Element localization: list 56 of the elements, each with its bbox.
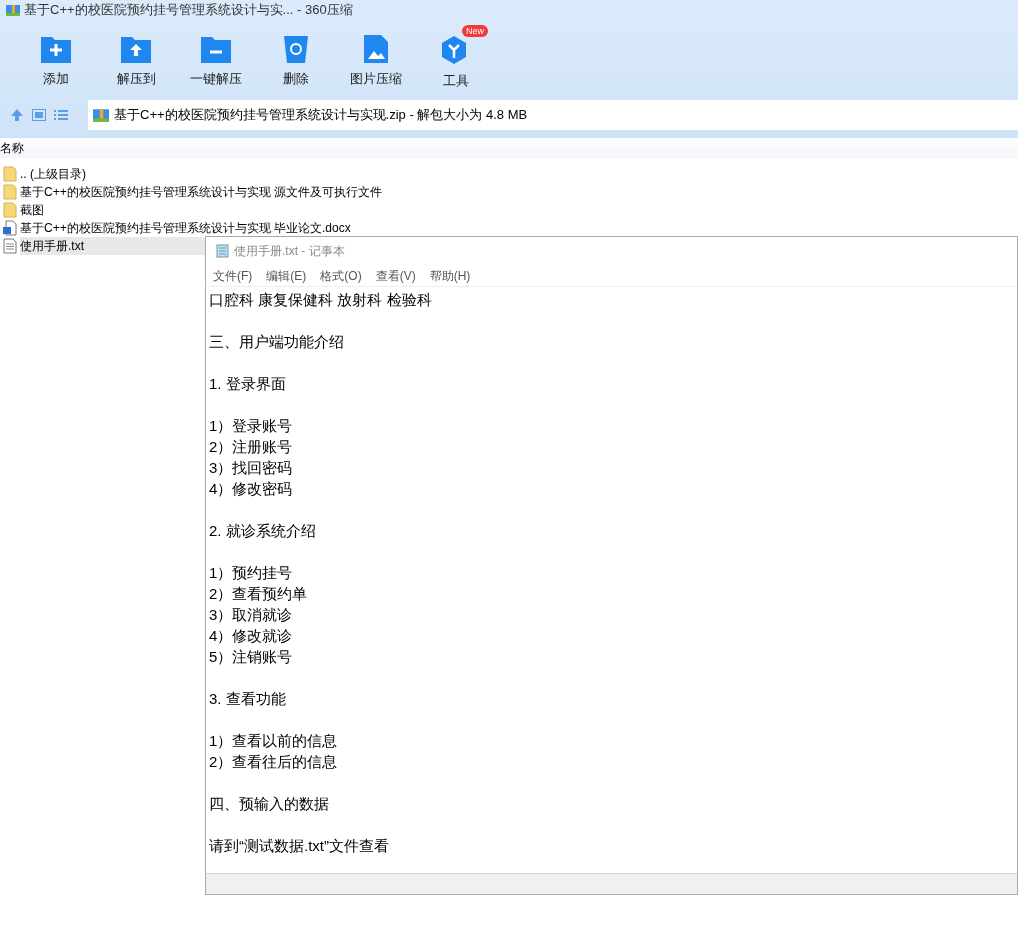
menu-item[interactable]: 帮助(H) xyxy=(429,266,471,285)
word-document-icon xyxy=(3,220,17,236)
address-field[interactable]: 基于C++的校医院预约挂号管理系统设计与实现.zip - 解包大小为 4.8 MB xyxy=(88,99,1018,130)
folder-icon xyxy=(3,184,17,200)
text-file-icon xyxy=(3,238,17,254)
text-line: 5）注销账号 xyxy=(209,647,293,667)
text-line: 3）找回密码 xyxy=(209,458,293,478)
file-name[interactable]: .. (上级目录) xyxy=(20,165,86,183)
text-line: 2）查看预约单 xyxy=(209,584,308,604)
text-area[interactable]: 口腔科 康复保健科 放射科 检验科 三、用户端功能介绍 1. 登录界面 1）登录账号 2）注册账号 3）找回密码 4）修改密码 2. 就诊系统介绍 1）预约挂号 2）查看预约单 3）取消就诊 4）修改就诊 5）注销账号 3. 查看功能 1）查看以前的信息 2）查看往后的信息 四、预输入的数据 请到“测试数据.txt”文件查看 xyxy=(206,287,1017,873)
text-line: 3）取消就诊 xyxy=(209,605,293,625)
upload-folder-icon xyxy=(120,34,152,64)
folder-icon xyxy=(3,166,17,182)
text-line: 1）登录账号 xyxy=(209,416,293,436)
toolbar-button[interactable]: 工具 xyxy=(416,34,496,91)
text-line: 口腔科 康复保健科 放射科 检验科 xyxy=(209,290,432,310)
text-line: 4）修改密码 xyxy=(209,479,293,499)
minus-folder-icon xyxy=(200,34,232,64)
thumbnail-view-icon[interactable] xyxy=(32,108,46,121)
up-arrow-icon[interactable] xyxy=(10,107,24,122)
archive-icon xyxy=(93,106,109,123)
toolbar-button[interactable]: 添加 xyxy=(16,34,96,89)
text-line: 请到“测试数据.txt”文件查看 xyxy=(209,836,389,856)
text-line: 2. 就诊系统介绍 xyxy=(209,521,316,541)
window-title: 基于C++的校医院预约挂号管理系统设计与实... - 360压缩 xyxy=(24,1,353,20)
menu-item[interactable]: 查看(V) xyxy=(375,266,416,285)
file-name[interactable]: 使用手册.txt xyxy=(20,237,205,255)
text-line: 1）查看以前的信息 xyxy=(209,731,338,751)
text-line: 1. 登录界面 xyxy=(209,374,286,394)
text-line: 3. 查看功能 xyxy=(209,689,286,709)
window-title: 使用手册.txt - 记事本 xyxy=(234,243,345,260)
file-name[interactable]: 基于C++的校医院预约挂号管理系统设计与实现 源文件及可执行文件 xyxy=(20,183,382,201)
text-line: 4）修改就诊 xyxy=(209,626,293,646)
menu-item[interactable]: 格式(O) xyxy=(320,266,362,285)
notepad-icon xyxy=(216,244,229,258)
toolbar-button[interactable]: 一键解压 xyxy=(176,34,256,89)
folder-icon xyxy=(3,202,17,218)
text-line: 1）预约挂号 xyxy=(209,563,293,583)
toolbar-button[interactable]: 图片压缩 xyxy=(336,34,416,89)
file-name[interactable]: 基于C++的校医院预约挂号管理系统设计与实现 毕业论文.docx xyxy=(20,219,351,237)
column-header[interactable]: 名称 xyxy=(0,139,24,157)
text-line: 2）查看往后的信息 xyxy=(209,752,338,772)
text-line: 三、用户端功能介绍 xyxy=(209,332,344,352)
menu-item[interactable]: 编辑(E) xyxy=(266,266,307,285)
menu-item[interactable]: 文件(F) xyxy=(213,266,253,285)
new-badge: New xyxy=(462,25,488,37)
image-file-icon xyxy=(363,34,389,64)
file-name[interactable]: 截图 xyxy=(20,201,44,219)
toolbar-button[interactable]: 删除 xyxy=(256,34,336,89)
list-view-icon[interactable] xyxy=(54,108,68,121)
text-line: 四、预输入的数据 xyxy=(209,794,329,814)
archive-icon xyxy=(6,3,20,17)
toolbar-button[interactable]: 解压到 xyxy=(96,34,176,89)
text-line: 2）注册账号 xyxy=(209,437,293,457)
recycle-bin-icon xyxy=(282,34,310,64)
plus-folder-icon xyxy=(40,34,72,64)
